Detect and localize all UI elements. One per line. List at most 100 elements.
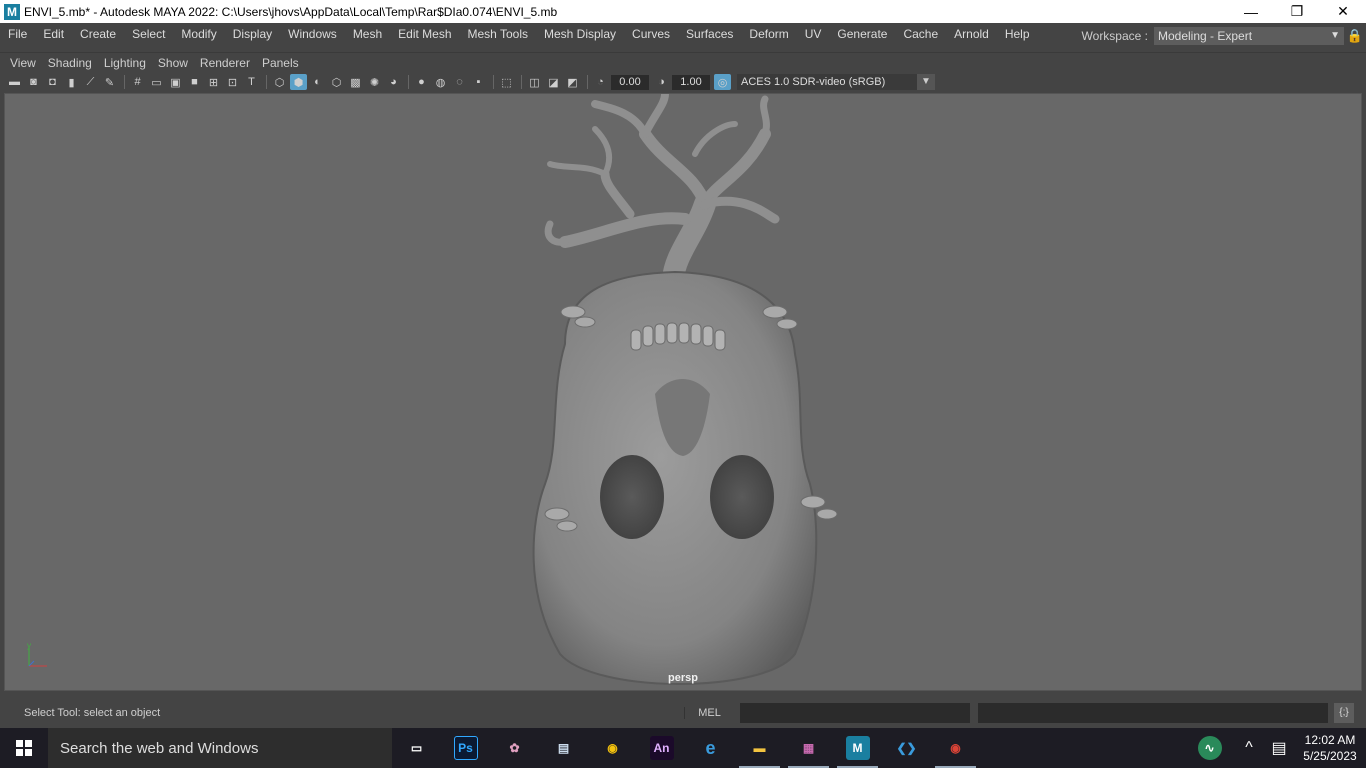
film-gate-icon[interactable]: ▭: [148, 74, 165, 90]
taskbar-clock[interactable]: 12:02 AM 5/25/2023: [1294, 732, 1366, 764]
panel-menu-show[interactable]: Show: [152, 56, 194, 70]
menu-select[interactable]: Select: [124, 23, 173, 45]
camera-label: persp: [668, 672, 698, 684]
menu-windows[interactable]: Windows: [280, 23, 345, 45]
menu-create[interactable]: Create: [72, 23, 124, 45]
grid-icon[interactable]: #: [129, 74, 146, 90]
menu-generate[interactable]: Generate: [829, 23, 895, 45]
animate-icon[interactable]: An: [637, 728, 686, 768]
panel-menu-lighting[interactable]: Lighting: [98, 56, 152, 70]
file-explorer-icon[interactable]: ▬: [735, 728, 784, 768]
mel-command-input[interactable]: [740, 703, 970, 723]
view-axis-gizmo: y: [25, 642, 55, 672]
menu-uv[interactable]: UV: [797, 23, 830, 45]
menu-edit[interactable]: Edit: [35, 23, 72, 45]
image-plane-icon[interactable]: ▮: [63, 74, 80, 90]
2d-pan-zoom-icon[interactable]: ⟋: [82, 74, 99, 90]
restore-icon[interactable]: ❐: [1274, 0, 1320, 23]
wireframe-on-shaded-icon[interactable]: ⬡: [328, 74, 345, 90]
viewport-scene: [532, 94, 838, 685]
chevron-down-icon[interactable]: ▼: [917, 74, 935, 90]
menu-mesh-display[interactable]: Mesh Display: [536, 23, 624, 45]
menu-mesh-tools[interactable]: Mesh Tools: [460, 23, 536, 45]
chevron-up-icon[interactable]: ^: [1234, 728, 1264, 768]
close-icon[interactable]: ✕: [1320, 0, 1366, 23]
anti-aliasing-icon[interactable]: ◌: [451, 74, 468, 90]
panel-menu-view[interactable]: View: [4, 56, 42, 70]
xray-active-icon[interactable]: ◩: [564, 74, 581, 90]
mel-label[interactable]: MEL: [684, 707, 734, 719]
menu-file[interactable]: File: [0, 23, 35, 45]
menu-mesh[interactable]: Mesh: [345, 23, 390, 45]
colorspace-dropdown[interactable]: ACES 1.0 SDR-video (sRGB): [737, 74, 917, 90]
toolbar-divider: [408, 75, 409, 89]
title-bar: M ENVI_5.mb* - Autodesk MAYA 2022: C:\Us…: [0, 0, 1366, 23]
clock-date: 5/25/2023: [1303, 749, 1357, 763]
grease-pencil-icon[interactable]: ✎: [101, 74, 118, 90]
shadows-icon[interactable]: ◕: [385, 74, 402, 90]
gamma-icon[interactable]: ◑: [653, 74, 670, 90]
textured-icon[interactable]: ▩: [347, 74, 364, 90]
news-app-icon[interactable]: ▤: [539, 728, 588, 768]
smooth-shade-icon[interactable]: ⬢: [290, 74, 307, 90]
panel-menu-panels[interactable]: Panels: [256, 56, 305, 70]
chrome-icon[interactable]: ◉: [588, 728, 637, 768]
tree-branches: [544, 94, 780, 290]
screen-space-ao-icon[interactable]: ●: [413, 74, 430, 90]
resolution-gate-icon[interactable]: ▣: [167, 74, 184, 90]
edge-icon[interactable]: e: [686, 728, 735, 768]
chevron-down-icon: ▼: [1330, 30, 1340, 41]
performance-monitor-icon[interactable]: ∿: [1185, 728, 1234, 768]
motion-blur-icon[interactable]: ◍: [432, 74, 449, 90]
minimize-icon[interactable]: —: [1228, 0, 1274, 23]
lights-icon[interactable]: ✺: [366, 74, 383, 90]
color-management-icon[interactable]: ◎: [714, 74, 731, 90]
chrome-2-icon[interactable]: ◉: [931, 728, 980, 768]
task-view-icon[interactable]: ▭: [392, 728, 441, 768]
panel-menu-renderer[interactable]: Renderer: [194, 56, 256, 70]
safe-title-icon[interactable]: T: [243, 74, 260, 90]
workspace-dropdown[interactable]: Modeling - Expert ▼: [1154, 27, 1344, 45]
select-camera-icon[interactable]: ▬: [6, 74, 23, 90]
tool-app-icon[interactable]: ✿: [490, 728, 539, 768]
menu-arnold[interactable]: Arnold: [946, 23, 997, 45]
notifications-icon[interactable]: ▤: [1264, 728, 1294, 768]
panel-menu-shading[interactable]: Shading: [42, 56, 98, 70]
windows-start-icon[interactable]: [0, 728, 48, 768]
menu-deform[interactable]: Deform: [741, 23, 796, 45]
workspace-selector: Workspace : Modeling - Expert ▼ 🔒: [1082, 23, 1366, 49]
field-chart-icon[interactable]: ⊞: [205, 74, 222, 90]
menu-edit-mesh[interactable]: Edit Mesh: [390, 23, 459, 45]
panel-menu-bar: View Shading Lighting Show Renderer Pane…: [0, 52, 1366, 72]
vscode-icon[interactable]: ❮❯: [882, 728, 931, 768]
taskbar-search-box[interactable]: Search the web and Windows: [48, 728, 392, 768]
photoshop-icon[interactable]: Ps: [441, 728, 490, 768]
camera-attributes-icon[interactable]: ◙: [25, 74, 42, 90]
bookmark-icon[interactable]: ◘: [44, 74, 61, 90]
maya-logo-icon: M: [4, 3, 20, 20]
menu-surfaces[interactable]: Surfaces: [678, 23, 741, 45]
menu-curves[interactable]: Curves: [624, 23, 678, 45]
menu-cache[interactable]: Cache: [895, 23, 946, 45]
gamma-field[interactable]: 1.00: [672, 74, 710, 90]
depth-of-field-icon[interactable]: ▪: [470, 74, 487, 90]
xray-icon[interactable]: ◫: [526, 74, 543, 90]
default-material-icon[interactable]: ◐: [309, 74, 326, 90]
menu-display[interactable]: Display: [225, 23, 280, 45]
isolate-select-icon[interactable]: ⬚: [498, 74, 515, 90]
lock-icon[interactable]: 🔒: [1344, 28, 1366, 44]
gate-mask-icon[interactable]: ■: [186, 74, 203, 90]
exposure-icon[interactable]: ◔: [592, 74, 609, 90]
script-editor-icon[interactable]: {;}: [1334, 703, 1354, 723]
wireframe-icon[interactable]: ⬡: [271, 74, 288, 90]
safe-action-icon[interactable]: ⊡: [224, 74, 241, 90]
exposure-field[interactable]: 0.00: [611, 74, 649, 90]
viewport-persp[interactable]: y persp: [4, 93, 1362, 691]
menu-modify[interactable]: Modify: [173, 23, 224, 45]
xray-joints-icon[interactable]: ◪: [545, 74, 562, 90]
svg-text:y: y: [27, 642, 31, 650]
menu-help[interactable]: Help: [997, 23, 1038, 45]
maya-icon[interactable]: M: [833, 728, 882, 768]
winrar-icon[interactable]: ▦: [784, 728, 833, 768]
toolbar-divider: [124, 75, 125, 89]
